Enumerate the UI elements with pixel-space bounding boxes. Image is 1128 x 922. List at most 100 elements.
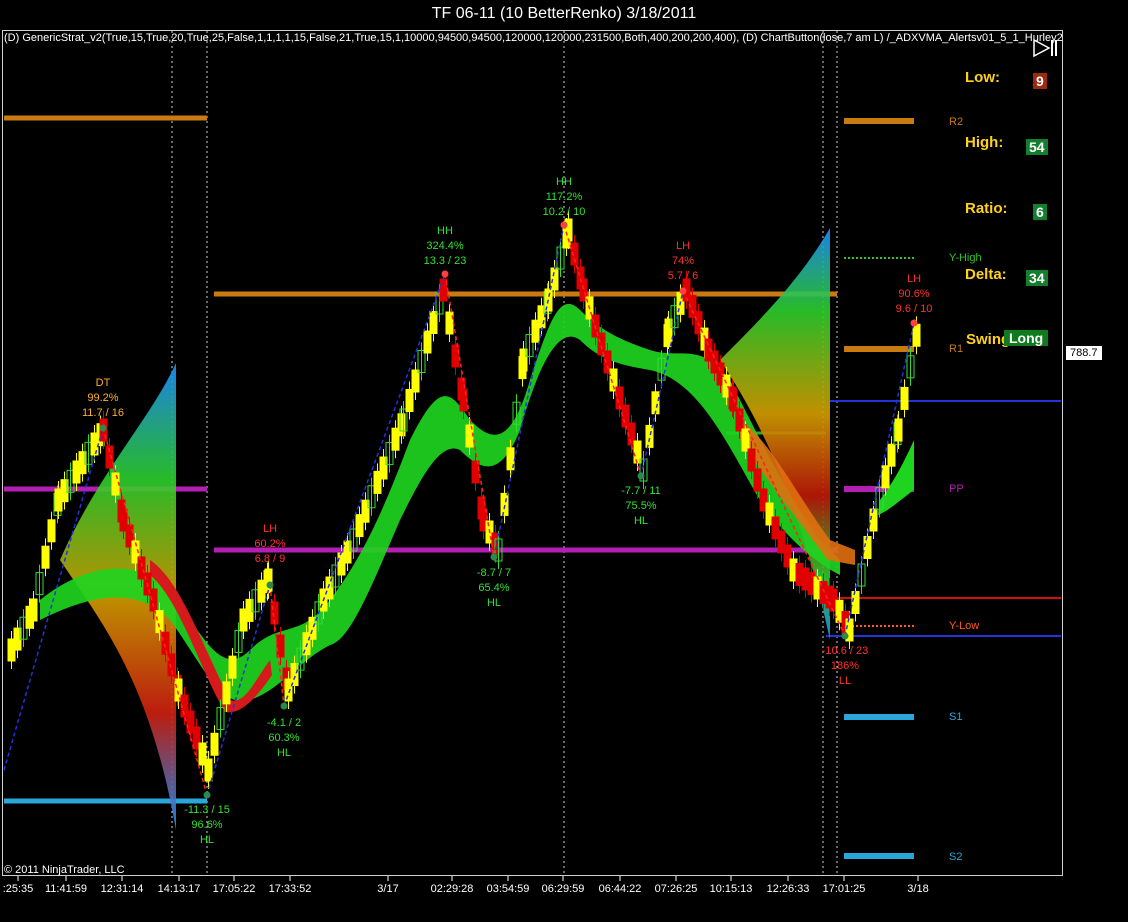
renko-bar-up [887,443,896,467]
renko-bar-down [471,460,480,484]
x-tick-label: 14:13:17 [157,883,201,895]
swing-point-marker [910,319,918,327]
price-chart [3,31,1061,881]
swing-point-marker [679,287,687,295]
swing-annotation-line: 324.4% [426,240,464,252]
swing-point-marker [560,221,568,229]
renko-bar-up [222,681,231,705]
delta-value: 34 [1026,270,1048,286]
low-value: 9 [1033,73,1047,89]
swing-point-marker [266,581,274,589]
renko-bar-down [445,311,454,335]
x-tick-label: 06:44:22 [598,883,642,895]
renko-bar-up [500,492,509,516]
swing-annotation-line: -11.3 / 15 [184,804,230,816]
swing-annotation-line: 6.8 / 9 [254,553,286,565]
swing-annotation-line: DT [95,377,111,389]
renko-bar-up [851,591,860,614]
swing-annotation-line: HL [199,834,215,846]
renko-bar-up [912,323,921,347]
renko-bar-up [863,536,872,559]
swing-annotation-line: 117.2% [545,191,583,203]
renko-bar-down [747,448,756,472]
renko-bar-up [210,732,219,756]
swing-annotation-line: -7.7 / 11 [621,485,661,497]
renko-bar-up [894,418,903,442]
swing-annotation-line: 186% [830,660,860,672]
renko-bar-down [155,610,164,634]
last-price-tag: 788.7 [1066,346,1102,360]
scroll-to-end-icon[interactable] [1033,38,1057,58]
renko-bar-up [228,655,237,679]
swing-annotation-line: 60.2% [254,538,286,550]
level-label: R1 [949,343,964,355]
x-tick-label: 10:15:13 [709,883,753,895]
level-label: Y-Low [949,620,980,632]
renko-bar-up [651,391,660,415]
swing-annotation-line: 9.6 / 10 [895,303,933,315]
x-tick-label: 11:41:59 [44,883,88,895]
swing-annotation-line: HH [437,225,453,237]
x-tick-label: 02:29:28 [430,883,474,895]
swing-point-marker [203,791,211,799]
swing-annotation-line: HL [633,515,649,527]
level-label: S1 [949,711,963,723]
level-label: PP [949,483,964,495]
swing-value: Long [1004,330,1049,346]
level-label: Y-High [949,252,982,264]
renko-bar-down [451,344,460,368]
delta-label: Delta: [965,266,1007,283]
swing-annotation-line: 99.2% [87,392,119,404]
high-value: 54 [1026,139,1048,155]
swing-annotation-line: 60.3% [268,732,300,744]
swing-annotation-line: LH [675,240,691,252]
x-tick-label: 12:31:14 [100,883,144,895]
swing-annotation-line: HH [556,176,572,188]
x-tick-label: 06:29:59 [541,883,585,895]
swing-annotation: -10.6 / 23 186% LL [822,644,868,689]
swing-annotation-line: 74% [671,255,695,267]
copyright-text: © 2011 NinjaTrader, LLC [4,864,125,876]
renko-bar-down [276,634,285,658]
x-tick-label: 03:54:59 [486,883,530,895]
renko-bar-up [405,389,414,412]
swing-annotation-line: 65.4% [478,582,510,594]
renko-bar-up [29,598,38,622]
swing-point-marker [490,553,498,561]
high-label: High: [965,134,1004,151]
swing-annotation-line: LH [906,273,922,285]
level-label: S2 [949,851,963,863]
indicator-label: (D) GenericStrat_v2(True,15,True,20,True… [4,32,1063,44]
renko-bar-up [869,508,878,532]
x-tick-label: 12:26:33 [766,883,810,895]
renko-bar-down [111,472,120,496]
swing-annotation: -7.7 / 11 75.5% HL [621,484,661,529]
renko-bar-down [753,468,762,492]
swing-annotation-line: 96.6% [191,819,223,831]
swing-annotation: HH 117.2% 10.2 / 10 [543,175,586,220]
swing-annotation: -4.1 / 2 60.3% HL [267,716,301,761]
swing-point-marker [637,472,645,480]
swing-annotation-line: LH [262,523,278,535]
swing-annotation-line: 11.7 / 16 [82,407,124,419]
swing-annotation-line: 13.3 / 23 [423,255,467,267]
swing-annotation: DT 99.2% 11.7 / 16 [82,376,124,421]
swing-annotation-line: HL [276,747,292,759]
renko-bar-up [41,545,50,569]
renko-bar-up [423,330,432,354]
swing-annotation: LH 74% 5.7 / 6 [668,239,699,284]
renko-bar-up [47,519,56,543]
renko-bar-down [167,653,176,677]
renko-bar-up [429,311,438,334]
level-label: R2 [949,116,964,128]
swing-annotation-line: 5.7 / 6 [667,270,699,282]
x-tick-label: 07:26:25 [654,883,698,895]
renko-bar-up [204,758,213,782]
renko-bar-up [411,369,420,393]
ratio-value: 6 [1033,204,1047,220]
renko-bar-up [900,386,909,410]
x-tick-label: :25:35 [2,883,34,895]
swing-annotation: HH 324.4% 13.3 / 23 [424,224,467,269]
swing-annotation: -11.3 / 15 96.6% HL [184,803,230,848]
swing-point-marker [280,702,288,710]
